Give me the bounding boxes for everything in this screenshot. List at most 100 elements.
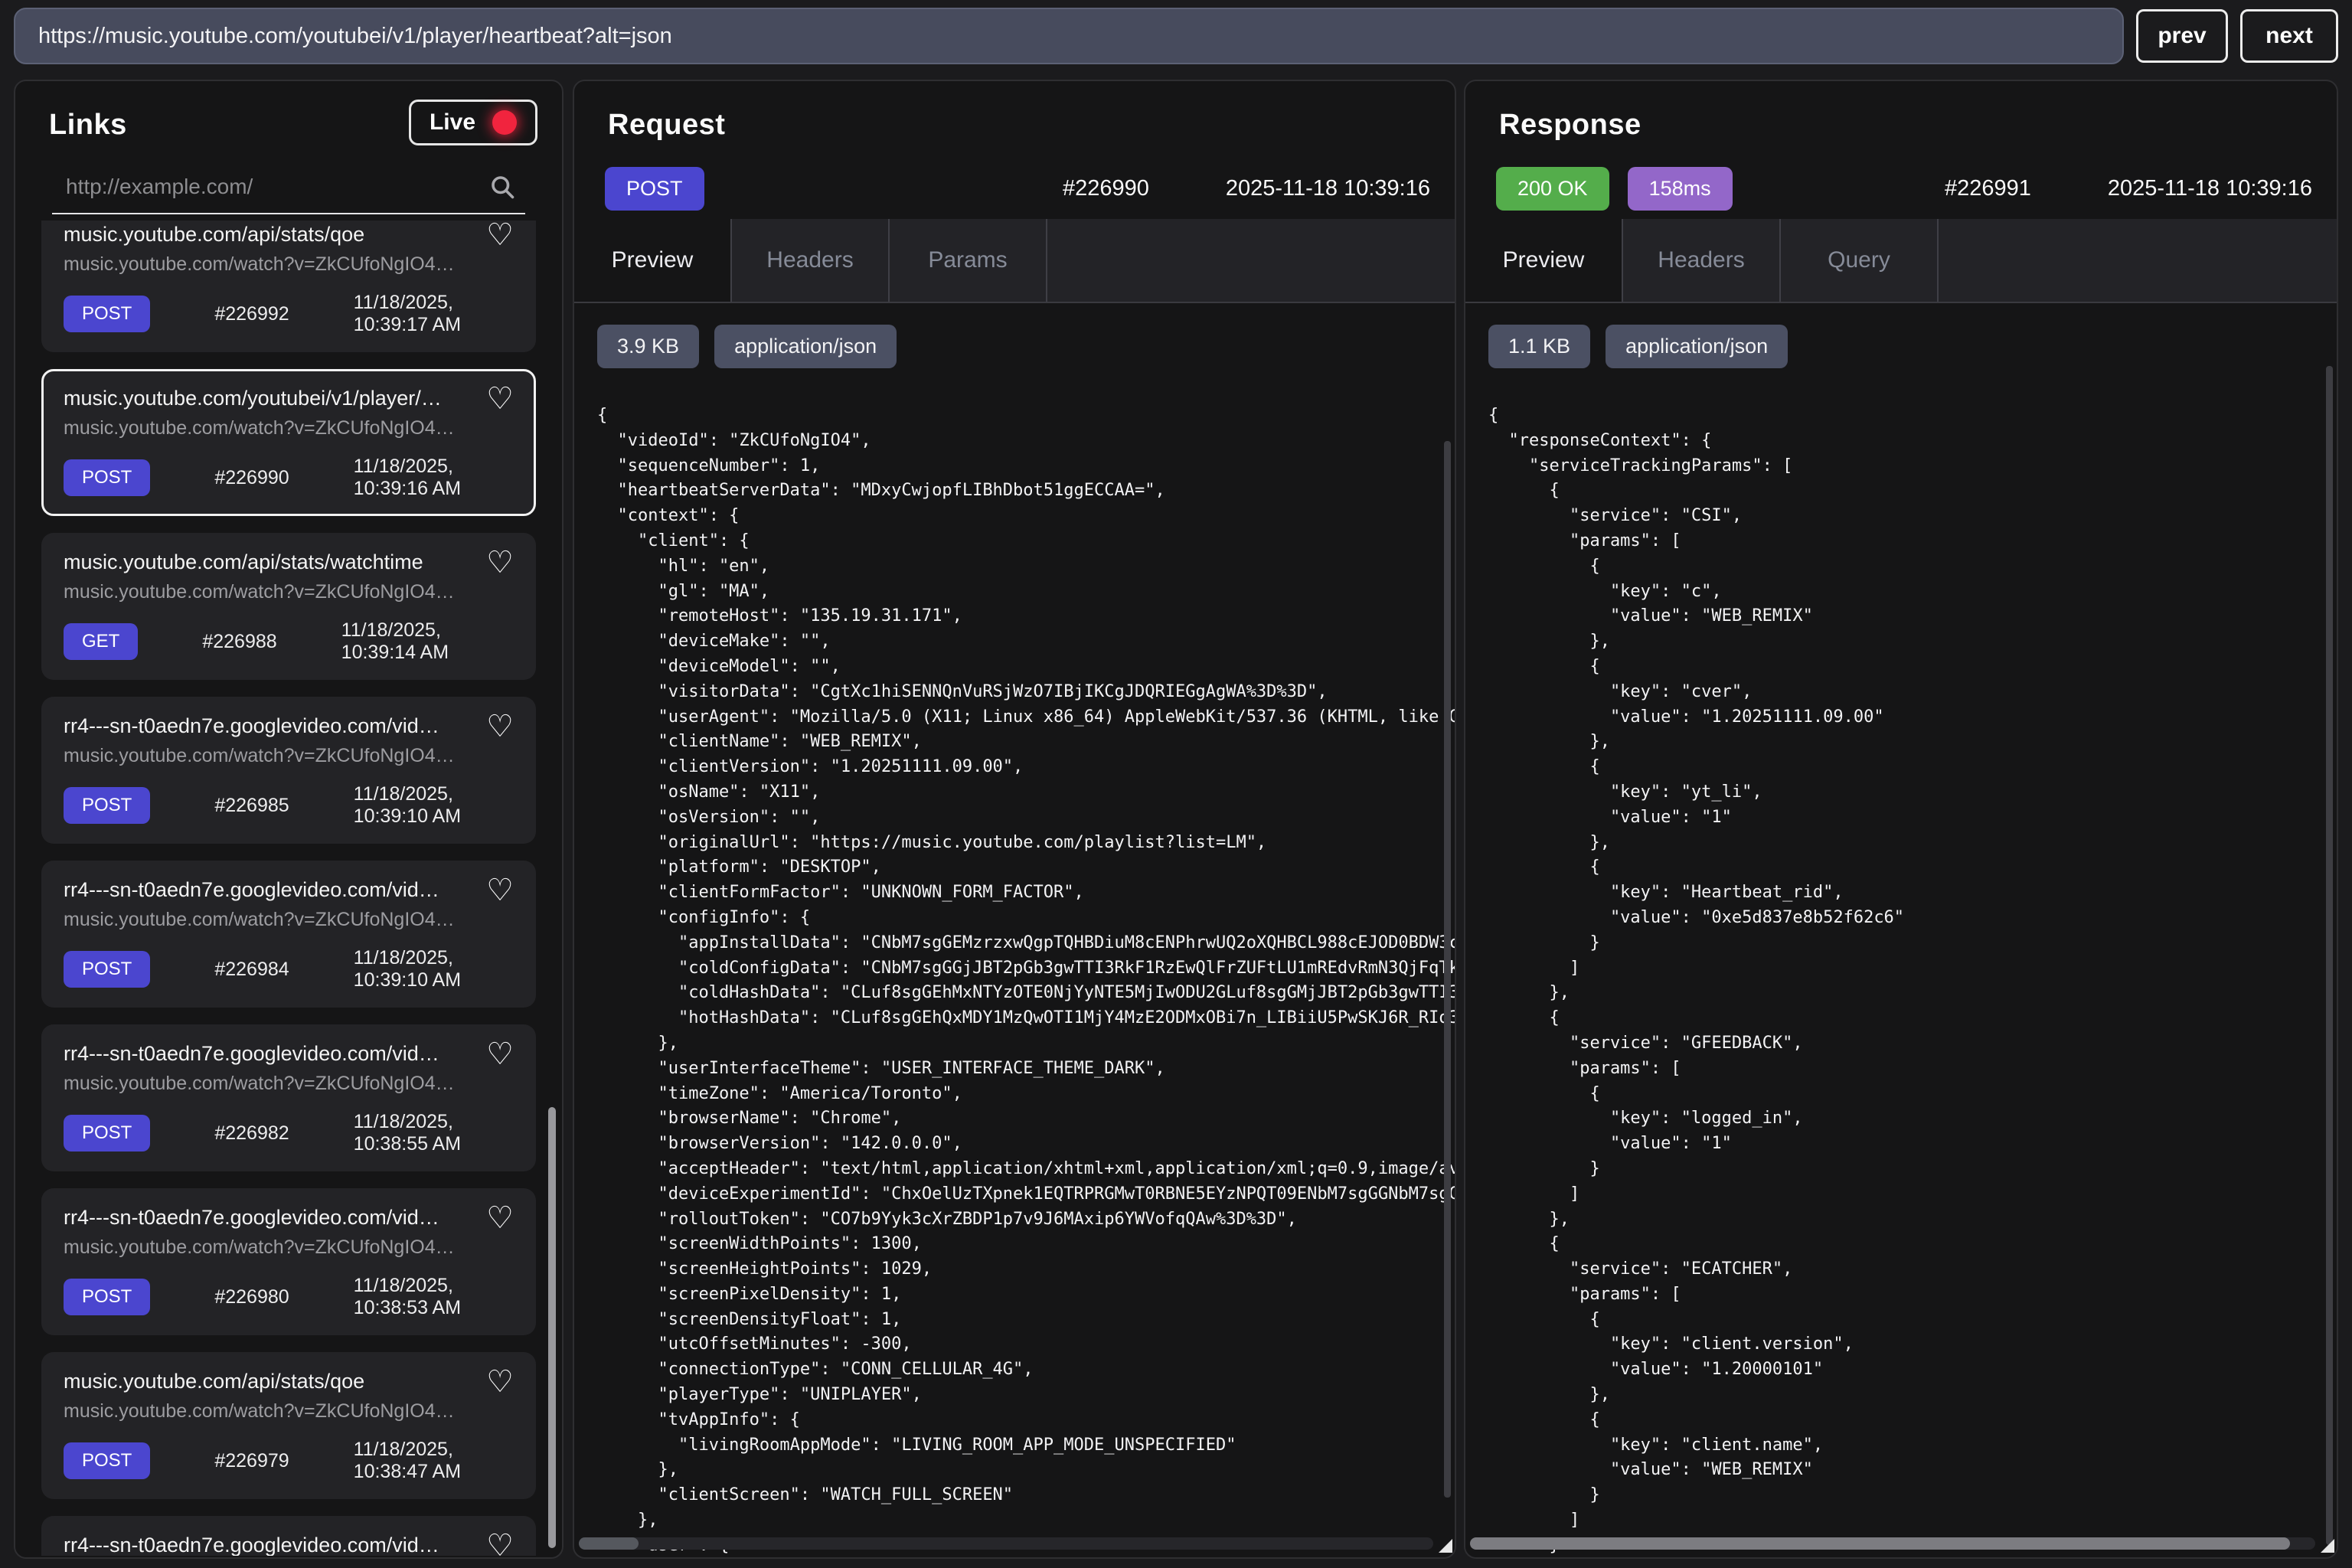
tab-headers[interactable]: Headers	[1623, 219, 1781, 302]
links-search-row	[64, 164, 519, 210]
request-item-url: music.youtube.com/api/stats/qoe	[64, 1368, 481, 1394]
favorite-heart-icon[interactable]: ♡	[486, 1530, 514, 1556]
request-horizontal-scrollbar-track[interactable]	[579, 1537, 1433, 1550]
method-badge: POST	[64, 459, 150, 496]
response-timestamp: 2025-11-18 10:39:16	[2108, 176, 2312, 201]
request-item-timestamp: 11/18/2025, 10:38:47 AM	[354, 1439, 514, 1483]
request-item-id: #226988	[202, 631, 276, 653]
request-json: { "videoId": "ZkCUfoNgIO4", "sequenceNum…	[597, 403, 1432, 1557]
request-item-page-url: music.youtube.com/watch?v=ZkCUfoNgIO4…	[64, 743, 481, 768]
request-tabbar: PreviewHeadersParams	[574, 219, 1455, 303]
request-item-meta: POST #226984 11/18/2025, 10:39:10 AM	[64, 947, 514, 991]
request-size-badge: 3.9 KB	[597, 325, 699, 368]
tab-params[interactable]: Params	[890, 219, 1047, 302]
request-item-timestamp: 11/18/2025, 10:39:14 AM	[341, 619, 514, 664]
request-list-item[interactable]: rr4---sn-t0aedn7e.googlevideo.com/vid… ♡…	[41, 1188, 536, 1335]
favorite-heart-icon[interactable]: ♡	[486, 875, 514, 906]
tab-query[interactable]: Query	[1781, 219, 1939, 302]
request-item-id: #226985	[214, 795, 289, 817]
response-vertical-scrollbar[interactable]	[2326, 366, 2333, 1545]
request-item-url: music.youtube.com/youtubei/v1/player/…	[64, 385, 481, 411]
response-horizontal-scrollbar-thumb[interactable]	[1470, 1537, 2290, 1550]
request-item-meta: POST #226990 11/18/2025, 10:39:16 AM	[64, 456, 514, 500]
request-item-timestamp: 11/18/2025, 10:38:55 AM	[354, 1111, 514, 1155]
request-item-timestamp: 11/18/2025, 10:38:53 AM	[354, 1275, 514, 1319]
request-list-item[interactable]: music.youtube.com/api/stats/qoe ♡ music.…	[41, 1352, 536, 1499]
favorite-heart-icon[interactable]: ♡	[486, 220, 514, 250]
request-list-item[interactable]: rr4---sn-t0aedn7e.googlevideo.com/vid… ♡…	[41, 697, 536, 844]
response-content-type-badge: application/json	[1606, 325, 1788, 368]
response-panel-title: Response	[1499, 109, 1642, 142]
method-badge: POST	[64, 1442, 150, 1479]
response-id: #226991	[1945, 176, 2031, 201]
method-badge: POST	[64, 296, 150, 332]
request-item-id: #226979	[214, 1450, 289, 1472]
favorite-heart-icon[interactable]: ♡	[486, 1039, 514, 1070]
request-list-item[interactable]: rr4---sn-t0aedn7e.googlevideo.com/vid… ♡…	[41, 1024, 536, 1171]
tab-preview[interactable]: Preview	[574, 219, 732, 302]
prev-button[interactable]: prev	[2136, 9, 2228, 63]
request-horizontal-scrollbar-thumb[interactable]	[579, 1537, 639, 1550]
request-item-id: #226992	[214, 303, 289, 325]
request-item-meta: POST #226980 11/18/2025, 10:38:53 AM	[64, 1275, 514, 1319]
favorite-heart-icon[interactable]: ♡	[486, 384, 514, 414]
links-panel-title: Links	[49, 109, 127, 142]
links-panel: Links Live music.youtube.com/api/stats/q…	[14, 80, 564, 1559]
request-item-url: rr4---sn-t0aedn7e.googlevideo.com/vid…	[64, 877, 481, 903]
request-item-url: rr4---sn-t0aedn7e.googlevideo.com/vid…	[64, 1040, 481, 1067]
request-item-timestamp: 11/18/2025, 10:39:10 AM	[354, 783, 514, 828]
request-content: 3.9 KB application/json { "videoId": "Zk…	[574, 305, 1455, 1557]
links-divider	[52, 213, 525, 214]
favorite-heart-icon[interactable]: ♡	[486, 711, 514, 742]
request-item-meta: POST #226982 11/18/2025, 10:38:55 AM	[64, 1111, 514, 1155]
request-item-url: music.youtube.com/api/stats/qoe	[64, 221, 481, 247]
links-list: music.youtube.com/api/stats/qoe ♡ music.…	[15, 220, 562, 1556]
response-tabbar: PreviewHeadersQuery	[1465, 219, 2337, 303]
request-item-timestamp: 11/18/2025, 10:39:16 AM	[354, 456, 514, 500]
request-list-item[interactable]: rr4---sn-t0aedn7e.googlevideo.com/vid… ♡…	[41, 1516, 536, 1556]
method-badge: POST	[64, 787, 150, 824]
request-item-timestamp: 11/18/2025, 10:39:17 AM	[354, 292, 514, 336]
live-indicator-icon	[492, 110, 517, 135]
request-item-id: #226990	[214, 467, 289, 489]
request-list-item[interactable]: rr4---sn-t0aedn7e.googlevideo.com/vid… ♡…	[41, 861, 536, 1008]
links-search-input[interactable]	[64, 164, 519, 210]
method-badge: POST	[64, 951, 150, 988]
request-id: #226990	[1063, 176, 1149, 201]
search-icon	[488, 173, 516, 201]
response-horizontal-scrollbar-track[interactable]	[1470, 1537, 2315, 1550]
request-item-url: rr4---sn-t0aedn7e.googlevideo.com/vid…	[64, 713, 481, 739]
request-item-meta: POST #226979 11/18/2025, 10:38:47 AM	[64, 1439, 514, 1483]
response-panel: Response 200 OK 158ms #226991 2025-11-18…	[1464, 80, 2338, 1559]
next-button[interactable]: next	[2240, 9, 2338, 63]
favorite-heart-icon[interactable]: ♡	[486, 1203, 514, 1233]
url-input[interactable]	[14, 8, 2124, 64]
request-header-meta: POST #226990 2025-11-18 10:39:16	[605, 167, 1430, 211]
tab-headers[interactable]: Headers	[732, 219, 890, 302]
request-list-item[interactable]: music.youtube.com/api/stats/watchtime ♡ …	[41, 533, 536, 680]
request-item-id: #226980	[214, 1286, 289, 1308]
request-item-url: music.youtube.com/api/stats/watchtime	[64, 549, 481, 575]
favorite-heart-icon[interactable]: ♡	[486, 547, 514, 578]
response-json: { "responseContext": { "serviceTrackingP…	[1488, 403, 2314, 1557]
request-resize-grip-icon	[1439, 1539, 1452, 1553]
response-status-badge: 200 OK	[1496, 167, 1609, 211]
request-item-page-url: music.youtube.com/watch?v=ZkCUfoNgIO4…	[64, 252, 481, 276]
request-list-item[interactable]: music.youtube.com/api/stats/qoe ♡ music.…	[41, 220, 536, 352]
request-item-page-url: music.youtube.com/watch?v=ZkCUfoNgIO4…	[64, 1399, 481, 1423]
request-item-timestamp: 11/18/2025, 10:39:10 AM	[354, 947, 514, 991]
response-size-badge: 1.1 KB	[1488, 325, 1590, 368]
request-item-page-url: music.youtube.com/watch?v=ZkCUfoNgIO4…	[64, 907, 481, 932]
live-toggle-button[interactable]: Live	[409, 100, 537, 145]
tab-preview[interactable]: Preview	[1465, 219, 1623, 302]
request-vertical-scrollbar[interactable]	[1444, 441, 1451, 1498]
request-item-id: #226984	[214, 959, 289, 981]
response-resize-grip-icon	[2321, 1539, 2334, 1553]
method-badge: GET	[64, 623, 138, 660]
favorite-heart-icon[interactable]: ♡	[486, 1367, 514, 1397]
request-list-item[interactable]: music.youtube.com/youtubei/v1/player/… ♡…	[41, 369, 536, 516]
request-item-meta: POST #226992 11/18/2025, 10:39:17 AM	[64, 292, 514, 336]
links-list-scrollbar[interactable]	[548, 1107, 556, 1548]
request-method-badge: POST	[605, 167, 704, 211]
request-item-url: rr4---sn-t0aedn7e.googlevideo.com/vid…	[64, 1204, 481, 1230]
